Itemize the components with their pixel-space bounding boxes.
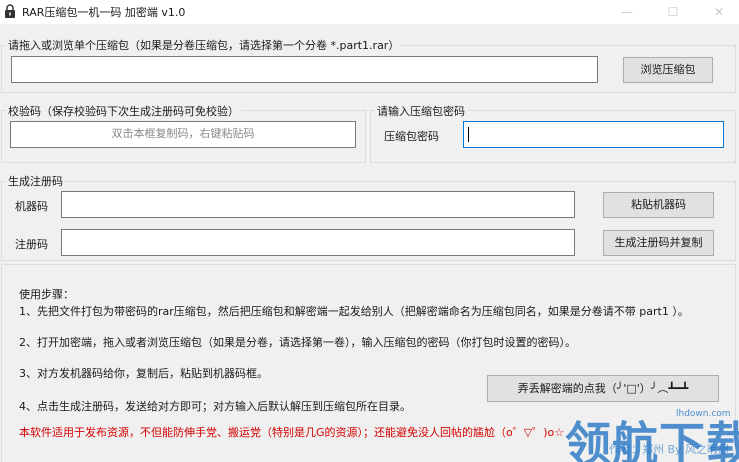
checksum-group-label: 校验码（保存校验码下次生成注册码可免校验）	[6, 103, 241, 119]
checksum-input[interactable]: 双击本框复制码，右键粘贴码	[10, 121, 356, 148]
password-field-label: 压缩包密码	[384, 130, 439, 143]
generate-register-code-button[interactable]: 生成注册码并复制	[603, 230, 714, 256]
minimize-button[interactable]: —	[605, 0, 649, 24]
step-1: 1、先把文件打包为带密码的rar压缩包，然后把压缩包和解密端一起发给别人（把解密…	[19, 305, 689, 318]
window-title: RAR压缩包一机一码 加密端 v1.0	[22, 6, 186, 19]
step-3: 3、对方发机器码给你，复制后，粘贴到机器码框。	[19, 367, 268, 380]
lock-icon	[5, 4, 15, 18]
register-code-label: 注册码	[15, 238, 48, 251]
archive-path-input[interactable]	[11, 56, 598, 83]
notice-text: 本软件适用于发布资源，不但能防伸手党、搬运党（特别是几G的资源）；还能避免没人回…	[19, 426, 565, 439]
steps-heading: 使用步骤：	[19, 288, 74, 301]
archive-group-label: 请拖入或浏览单个压缩包（如果是分卷压缩包，请选择第一个分卷 *.part1.ra…	[6, 37, 402, 53]
machine-code-label: 机器码	[15, 200, 48, 213]
checksum-placeholder: 双击本框复制码，右键粘贴码	[111, 127, 255, 140]
watermark-credit: 作者：郑州 By 风之暇想	[609, 443, 730, 456]
lost-decryptor-button[interactable]: 弄丢解密端的点我（╯'□'）╯︵┻━┻	[487, 375, 719, 402]
register-code-input[interactable]	[61, 229, 575, 256]
machine-code-input[interactable]	[61, 191, 575, 218]
maximize-button[interactable]: ☐	[651, 0, 695, 24]
title-bar: RAR压缩包一机一码 加密端 v1.0 — ☐ ✕	[0, 0, 739, 24]
password-input[interactable]	[463, 121, 724, 148]
close-button[interactable]: ✕	[697, 0, 739, 24]
paste-machine-code-button[interactable]: 粘贴机器码	[603, 192, 714, 218]
text-caret	[468, 127, 469, 142]
step-2: 2、打开加密端，拖入或者浏览压缩包（如果是分卷，请选择第一卷），输入压缩包的密码…	[19, 336, 576, 349]
password-group-label: 请输入压缩包密码	[375, 103, 467, 119]
step-4: 4、点击生成注册码，发送给对方即可；对方输入后默认解压到压缩包所在目录。	[19, 400, 411, 413]
watermark-url: lhdown.com	[676, 409, 731, 419]
browse-archive-button[interactable]: 浏览压缩包	[623, 57, 713, 83]
register-group-label: 生成注册码	[6, 173, 65, 189]
